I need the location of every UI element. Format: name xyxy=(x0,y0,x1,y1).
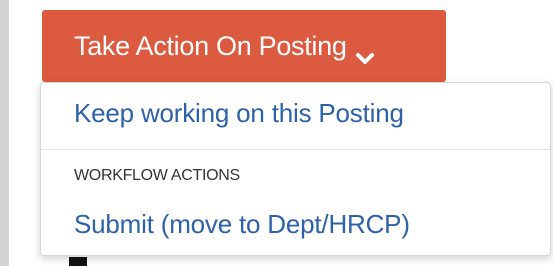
left-divider-bar xyxy=(0,0,9,266)
menu-item-keep-working[interactable]: Keep working on this Posting xyxy=(74,98,404,129)
workflow-actions-header: WORKFLOW ACTIONS xyxy=(74,167,240,184)
take-action-label: Take Action On Posting xyxy=(74,30,347,61)
take-action-dropdown-menu: Keep working on this Posting WORKFLOW AC… xyxy=(40,82,551,256)
menu-item-submit[interactable]: Submit (move to Dept/HRCP) xyxy=(74,209,410,240)
underlying-element-edge xyxy=(69,257,87,266)
page: Take Action On Posting Keep working on t… xyxy=(0,0,553,266)
chevron-down-icon xyxy=(355,42,375,64)
menu-divider xyxy=(41,149,550,150)
take-action-dropdown-button[interactable]: Take Action On Posting xyxy=(42,10,446,82)
